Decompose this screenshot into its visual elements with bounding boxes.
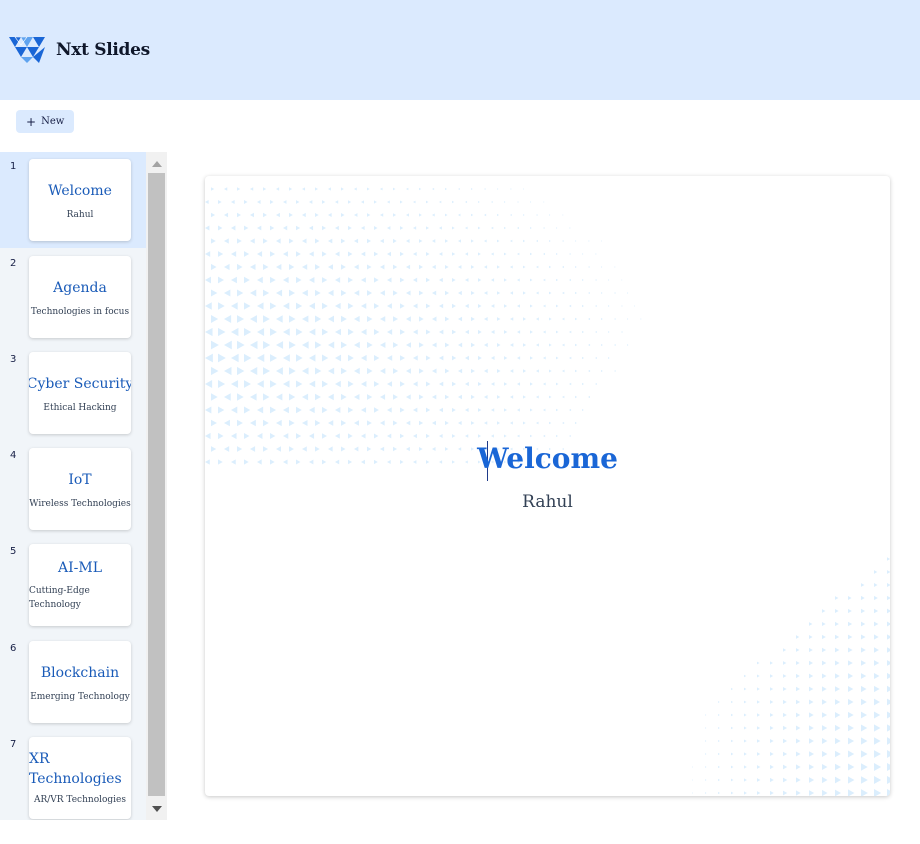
slide-thumb-subtitle: Cutting-Edge Technology <box>29 586 90 610</box>
slide-item[interactable]: 6 Blockchain Emerging Technology <box>0 634 146 730</box>
chevron-up-icon <box>151 160 162 167</box>
slide-thumb-title: Cyber Security <box>29 375 131 392</box>
app-name: Nxt Slides <box>56 40 150 60</box>
slide-title-text[interactable]: Welcome <box>205 442 890 475</box>
chevron-down-icon <box>151 805 162 812</box>
slide-thumb-subtitle: AR/VR Technologies <box>33 795 126 805</box>
slide-thumb-subtitle: Rahul <box>66 209 94 220</box>
slide-thumb-title: Agenda <box>53 279 107 296</box>
slide-thumb-subtitle: Ethical Hacking <box>43 402 117 413</box>
slide-thumbnail[interactable]: Cyber Security Ethical Hacking <box>29 352 131 434</box>
slide-thumbnail[interactable]: IoT Wireless Technologies <box>29 448 131 530</box>
slide-thumbnail[interactable]: AI-ML Cutting-Edge Technology <box>29 544 131 626</box>
slide-thumb-subtitle: Emerging Technology <box>30 691 130 702</box>
scrollbar-thumb[interactable] <box>148 173 165 796</box>
slide-list: 1 Welcome Rahul 2 Agenda Technologies in… <box>0 152 146 820</box>
slide-thumb-title: AI-ML <box>57 560 102 576</box>
nxt-slides-logo-icon <box>9 37 45 63</box>
slide-number: 5 <box>10 546 17 557</box>
slide-number: 4 <box>10 450 17 461</box>
new-slide-button[interactable]: + New <box>16 110 75 133</box>
slide-number: 1 <box>10 161 17 172</box>
slide-thumbnail[interactable]: Blockchain Emerging Technology <box>29 641 131 723</box>
slide-thumbnail[interactable]: Agenda Technologies in focus <box>29 256 131 338</box>
slide-canvas[interactable]: Welcome Rahul <box>205 176 890 796</box>
app-header: Nxt Slides <box>0 0 920 100</box>
background-pattern <box>205 187 890 796</box>
slide-thumbnail[interactable]: XR Technologies AR/VR Technologies <box>29 737 131 819</box>
slide-thumb-title: XR Technologies <box>29 751 122 787</box>
slide-number: 7 <box>10 739 17 750</box>
slide-number: 2 <box>10 258 17 269</box>
slide-number: 6 <box>10 643 17 654</box>
slide-thumb-subtitle: Wireless Technologies <box>29 498 131 509</box>
slide-subtitle-text[interactable]: Rahul <box>205 492 890 512</box>
scroll-up-button[interactable] <box>146 155 167 172</box>
slide-item[interactable]: 4 IoT Wireless Technologies <box>0 441 146 537</box>
slide-list-scrollbar[interactable] <box>146 152 167 820</box>
slide-thumb-title: IoT <box>68 471 92 488</box>
plus-icon: + <box>26 114 37 129</box>
slide-thumb-title: Welcome <box>48 182 112 199</box>
slide-thumb-title: Blockchain <box>40 664 120 681</box>
new-slide-label: New <box>41 116 65 127</box>
slide-item[interactable]: 5 AI-ML Cutting-Edge Technology <box>0 537 146 633</box>
slide-item[interactable]: 7 XR Technologies AR/VR Technologies <box>0 730 146 820</box>
app-logo[interactable]: Nxt Slides <box>9 37 150 63</box>
slide-number: 3 <box>10 354 17 365</box>
slide-thumbnail[interactable]: Welcome Rahul <box>29 159 131 241</box>
toolbar: + New <box>16 110 75 133</box>
slide-thumb-subtitle: Technologies in focus <box>30 306 130 317</box>
scroll-down-button[interactable] <box>146 800 167 817</box>
slide-item[interactable]: 3 Cyber Security Ethical Hacking <box>0 345 146 441</box>
slide-item[interactable]: 1 Welcome Rahul <box>0 152 146 248</box>
slide-item[interactable]: 2 Agenda Technologies in focus <box>0 249 146 345</box>
